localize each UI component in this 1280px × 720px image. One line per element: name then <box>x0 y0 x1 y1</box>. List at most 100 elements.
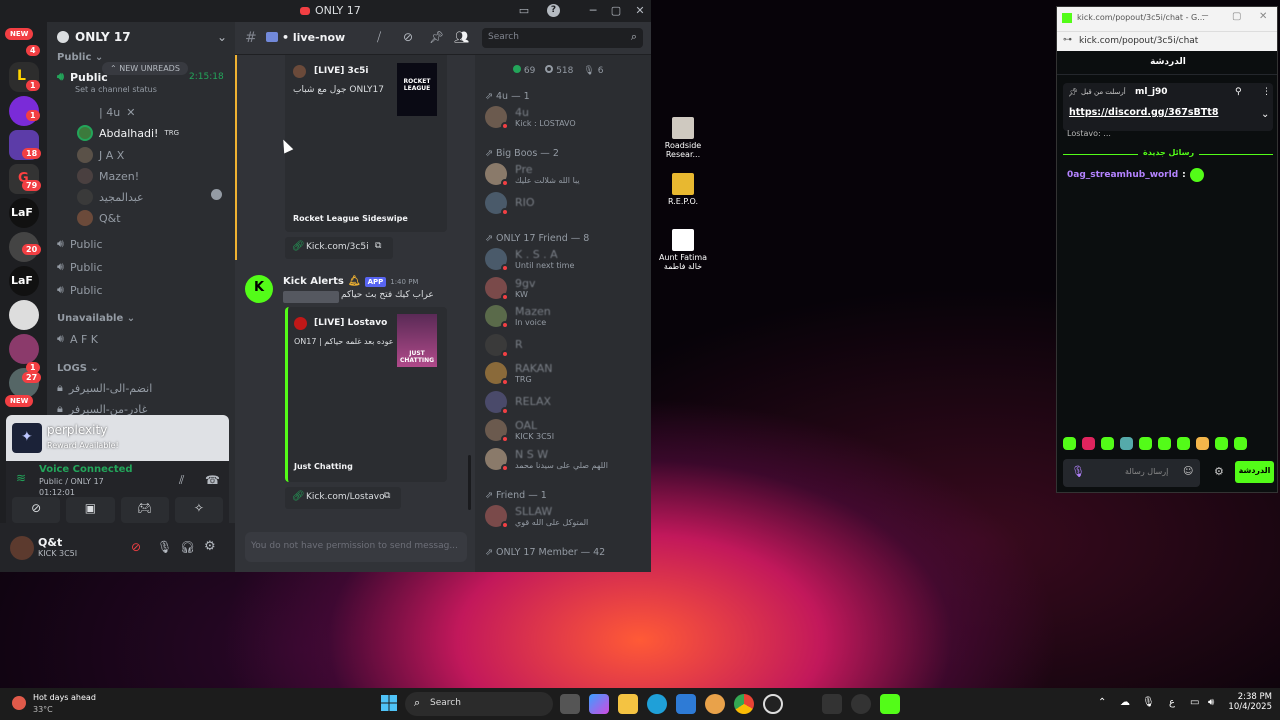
taskbar-search[interactable]: ⌕ Search <box>405 692 553 716</box>
maximize-button[interactable]: ▢ <box>1232 11 1241 22</box>
chrome-icon[interactable] <box>734 694 754 714</box>
category-public[interactable]: Public ⌄ <box>57 52 103 63</box>
text-channel-log[interactable]: 🔒︎ غادر-من-السيرفر <box>57 402 147 416</box>
app-icon[interactable] <box>822 694 842 714</box>
kick-app-icon[interactable] <box>880 694 900 714</box>
server-icon[interactable] <box>9 300 39 330</box>
voice-channel-afk[interactable]: 🔊︎ A F K <box>57 332 98 346</box>
language-indicator[interactable]: ع <box>1169 697 1175 708</box>
voice-channel-public[interactable]: 🔊︎ Public <box>57 237 103 251</box>
copilot-icon[interactable] <box>589 694 609 714</box>
settings-gear-icon[interactable]: ⚙︎ <box>204 539 216 554</box>
channel-status[interactable]: Set a channel status <box>75 85 157 94</box>
desktop-icon-roadside[interactable]: Roadside Resear... <box>656 117 710 159</box>
activity-button[interactable]: 🎮︎ <box>120 497 169 523</box>
emote-icon[interactable] <box>1158 437 1171 450</box>
clock[interactable]: 2:38 PM 10/4/2025 <box>1228 692 1272 712</box>
threads-icon[interactable]: ⧸ <box>377 30 381 45</box>
onedrive-icon[interactable]: ☁︎ <box>1120 697 1130 708</box>
chat-input[interactable]: 🎙︎ إرسال رسالة ☺ <box>1063 459 1200 487</box>
soundboard-button[interactable]: ✧ <box>174 497 223 523</box>
emote-icon[interactable] <box>1177 437 1190 450</box>
camera-off-button[interactable]: ⊘ <box>12 497 61 523</box>
chat-settings-icon[interactable]: ⚙︎ <box>1214 465 1224 478</box>
link-button[interactable]: 🔗︎ Kick.com/Lostavo ⧉ <box>285 487 401 509</box>
app-icon[interactable] <box>763 694 783 714</box>
server-icon[interactable]: LaF <box>9 266 39 296</box>
send-chat-button[interactable]: الدردشة <box>1235 461 1274 483</box>
emote-icon[interactable] <box>1101 437 1114 450</box>
category-unavailable[interactable]: Unavailable ⌄ <box>57 313 135 324</box>
mic-icon[interactable]: 🎙︎ <box>1071 465 1085 478</box>
member-row[interactable]: RAKAN TRG <box>485 362 553 386</box>
emote-icon[interactable] <box>1120 437 1133 450</box>
voice-channel-public[interactable]: 🔊︎ Public <box>57 260 103 274</box>
member-row[interactable]: N S W اللهم صلي على سيدنا محمد <box>485 447 608 472</box>
minimize-button[interactable]: ─ <box>585 3 601 19</box>
voice-channel-public-active[interactable]: 🔊︎ Public <box>57 70 108 84</box>
maximize-button[interactable]: ▢ <box>608 3 624 19</box>
link-button[interactable]: 🔗︎ Kick.com/3c5i ⧉ <box>285 237 393 259</box>
more-icon[interactable]: ⋮ <box>1262 87 1271 97</box>
emote-icon[interactable] <box>1082 437 1095 450</box>
kick-addressbar[interactable]: ⊶ kick.com/popout/3c5i/chat <box>1057 31 1277 51</box>
emote-icon[interactable] <box>1234 437 1247 450</box>
disconnect-icon[interactable]: ☎︎ <box>205 473 220 487</box>
close-button[interactable]: ✕ <box>1259 11 1267 22</box>
minimize-button[interactable]: ─ <box>1202 11 1208 22</box>
store-icon[interactable] <box>676 694 696 714</box>
headphones-icon[interactable]: 🎧︎ <box>180 540 195 554</box>
close-button[interactable]: ✕ <box>632 3 648 19</box>
voice-member[interactable]: Q&t <box>77 210 121 226</box>
member-row[interactable]: SLLAW المتوكل على الله قوي <box>485 505 588 529</box>
emote-icon[interactable] <box>1196 437 1209 450</box>
server-icon[interactable] <box>9 334 39 364</box>
member-row[interactable]: R <box>485 333 523 358</box>
volume-icon[interactable]: 🔊︎ <box>1208 697 1214 708</box>
voice-member[interactable]: عبدالمجيد <box>77 189 144 205</box>
emote-icon[interactable] <box>1139 437 1152 450</box>
member-list-icon[interactable]: 👥︎ <box>454 30 469 44</box>
voice-member[interactable]: Mazen! <box>77 168 139 184</box>
screen-share-button[interactable]: ▣ <box>66 497 115 523</box>
emote-icon[interactable] <box>1063 437 1076 450</box>
message-author[interactable]: Kick Alerts 🔔︎ APP 1:40 PM <box>283 276 418 287</box>
task-view-icon[interactable] <box>560 694 580 714</box>
voice-channel-public[interactable]: 🔊︎ Public <box>57 283 103 297</box>
pin-icon[interactable]: 📌︎ <box>429 30 444 44</box>
member-row[interactable]: OAL KICK 3C5I <box>485 419 554 443</box>
windows-start-icon[interactable] <box>380 694 400 714</box>
network-icon[interactable]: ▭ <box>1190 697 1199 708</box>
text-channel-log[interactable]: 🔒︎ انضم-الى-السيرفر <box>57 381 152 395</box>
server-header[interactable]: ONLY 17 ⌄ <box>57 30 227 44</box>
member-row[interactable]: 9gv KW <box>485 276 536 301</box>
member-row[interactable]: RIO <box>485 191 535 216</box>
camera-muted-icon[interactable]: ⊘ <box>131 540 141 554</box>
desktop-icon-repo[interactable]: R.E.P.O. <box>656 173 710 206</box>
member-row[interactable]: K . S . A Until next time <box>485 248 574 272</box>
file-explorer-icon[interactable] <box>618 694 638 714</box>
server-icon[interactable]: LaF <box>9 198 39 228</box>
member-row[interactable]: Pre يبا الله شلالت عليك <box>485 163 580 187</box>
avatar[interactable] <box>10 536 34 560</box>
new-unreads-pill[interactable]: ⌃ NEW UNREADS <box>102 62 188 75</box>
tray-chevron-icon[interactable]: ⌃ <box>1098 697 1106 708</box>
voice-member[interactable]: | 4u ✕ <box>77 104 135 120</box>
category-logs[interactable]: LOGS ⌄ <box>57 363 99 374</box>
embed-title[interactable]: [LIVE] Lostavo <box>314 318 387 328</box>
pin-toggle-icon[interactable]: ⚲ <box>1235 87 1242 97</box>
noise-suppression-icon[interactable]: ⫽ <box>179 473 184 488</box>
perplexity-card[interactable]: ✦ perplexity Reward Available! <box>6 415 229 461</box>
emoji-icon[interactable]: ☺ <box>1183 466 1193 477</box>
search-input[interactable]: Search ⌕ <box>482 28 643 48</box>
help-icon[interactable]: ? <box>547 4 560 17</box>
member-row[interactable]: 4u Kick : LOSTAVO <box>485 106 576 130</box>
avatar[interactable]: K <box>245 275 273 303</box>
member-row[interactable]: RELAX <box>485 390 551 415</box>
member-row[interactable]: Mazen In voice <box>485 305 551 329</box>
notification-icon[interactable]: ⊘ <box>403 30 413 44</box>
scrollbar[interactable] <box>468 455 471 510</box>
mic-icon[interactable]: 🎙︎ <box>1142 697 1155 708</box>
voice-member[interactable]: J A X <box>77 147 124 163</box>
app-icon[interactable] <box>851 694 871 714</box>
